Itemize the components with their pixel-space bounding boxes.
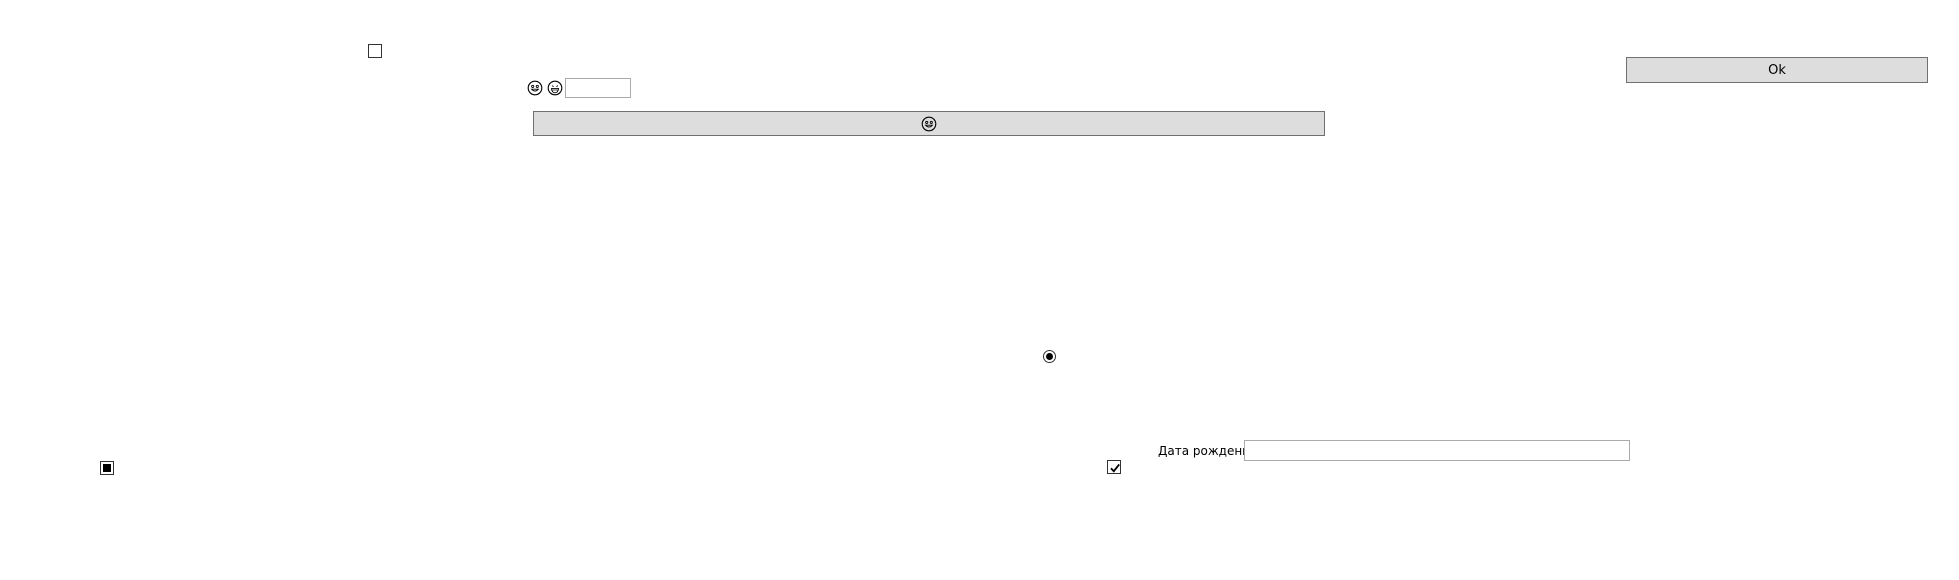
ok-button-label: Ok <box>1768 62 1786 78</box>
checkbox-bottom-right[interactable] <box>1107 460 1121 474</box>
ok-button[interactable]: Ok <box>1626 57 1928 83</box>
grinning-face-icon <box>547 80 563 96</box>
smiling-face-icon <box>921 116 937 132</box>
emoji-button[interactable] <box>533 111 1325 136</box>
radio-button[interactable] <box>1043 350 1056 363</box>
checkmark-icon <box>1110 463 1120 473</box>
birth-date-input[interactable] <box>1244 440 1630 461</box>
checkbox-bottom-left[interactable] <box>100 461 114 475</box>
birth-date-label: Дата рождения <box>1158 444 1258 458</box>
checkbox-top[interactable] <box>368 44 382 58</box>
emoji-row-input[interactable] <box>565 78 631 98</box>
smiling-face-icon <box>527 80 543 96</box>
